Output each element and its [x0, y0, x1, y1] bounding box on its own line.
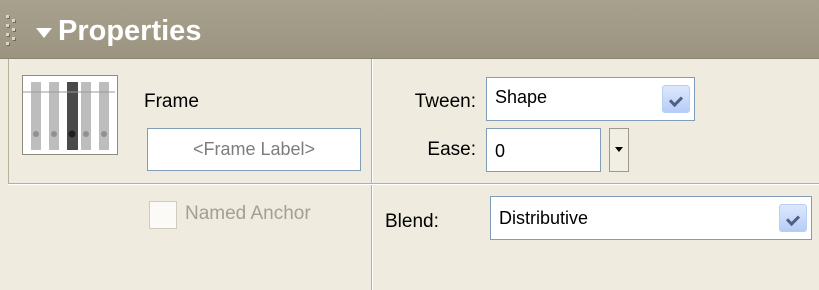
frame-label-input[interactable]: <Frame Label>	[147, 128, 361, 171]
tween-value: Shape	[495, 87, 548, 107]
frame-timeline-icon	[22, 75, 118, 155]
frame-heading: Frame	[144, 91, 199, 112]
row-divider-highlight	[8, 184, 819, 185]
ease-label: Ease:	[427, 139, 476, 160]
named-anchor-label: Named Anchor	[185, 203, 311, 224]
chevron-down-icon[interactable]	[779, 204, 807, 232]
left-divider	[8, 59, 9, 185]
named-anchor-checkbox[interactable]	[149, 201, 177, 229]
properties-titlebar[interactable]: Properties	[0, 0, 819, 59]
popup-slider-arrow-icon[interactable]	[609, 128, 629, 172]
column-divider-highlight	[372, 59, 373, 290]
drag-grip-icon[interactable]	[6, 15, 20, 45]
blend-label: Blend:	[385, 211, 439, 232]
blend-select[interactable]: Distributive	[490, 196, 812, 240]
collapse-triangle-icon[interactable]	[36, 28, 52, 38]
tween-label: Tween:	[414, 91, 476, 112]
panel-title: Properties	[58, 15, 202, 47]
tween-select[interactable]: Shape	[486, 77, 695, 121]
ease-input[interactable]: 0	[486, 128, 601, 172]
blend-value: Distributive	[499, 208, 589, 228]
chevron-down-icon[interactable]	[662, 85, 690, 113]
